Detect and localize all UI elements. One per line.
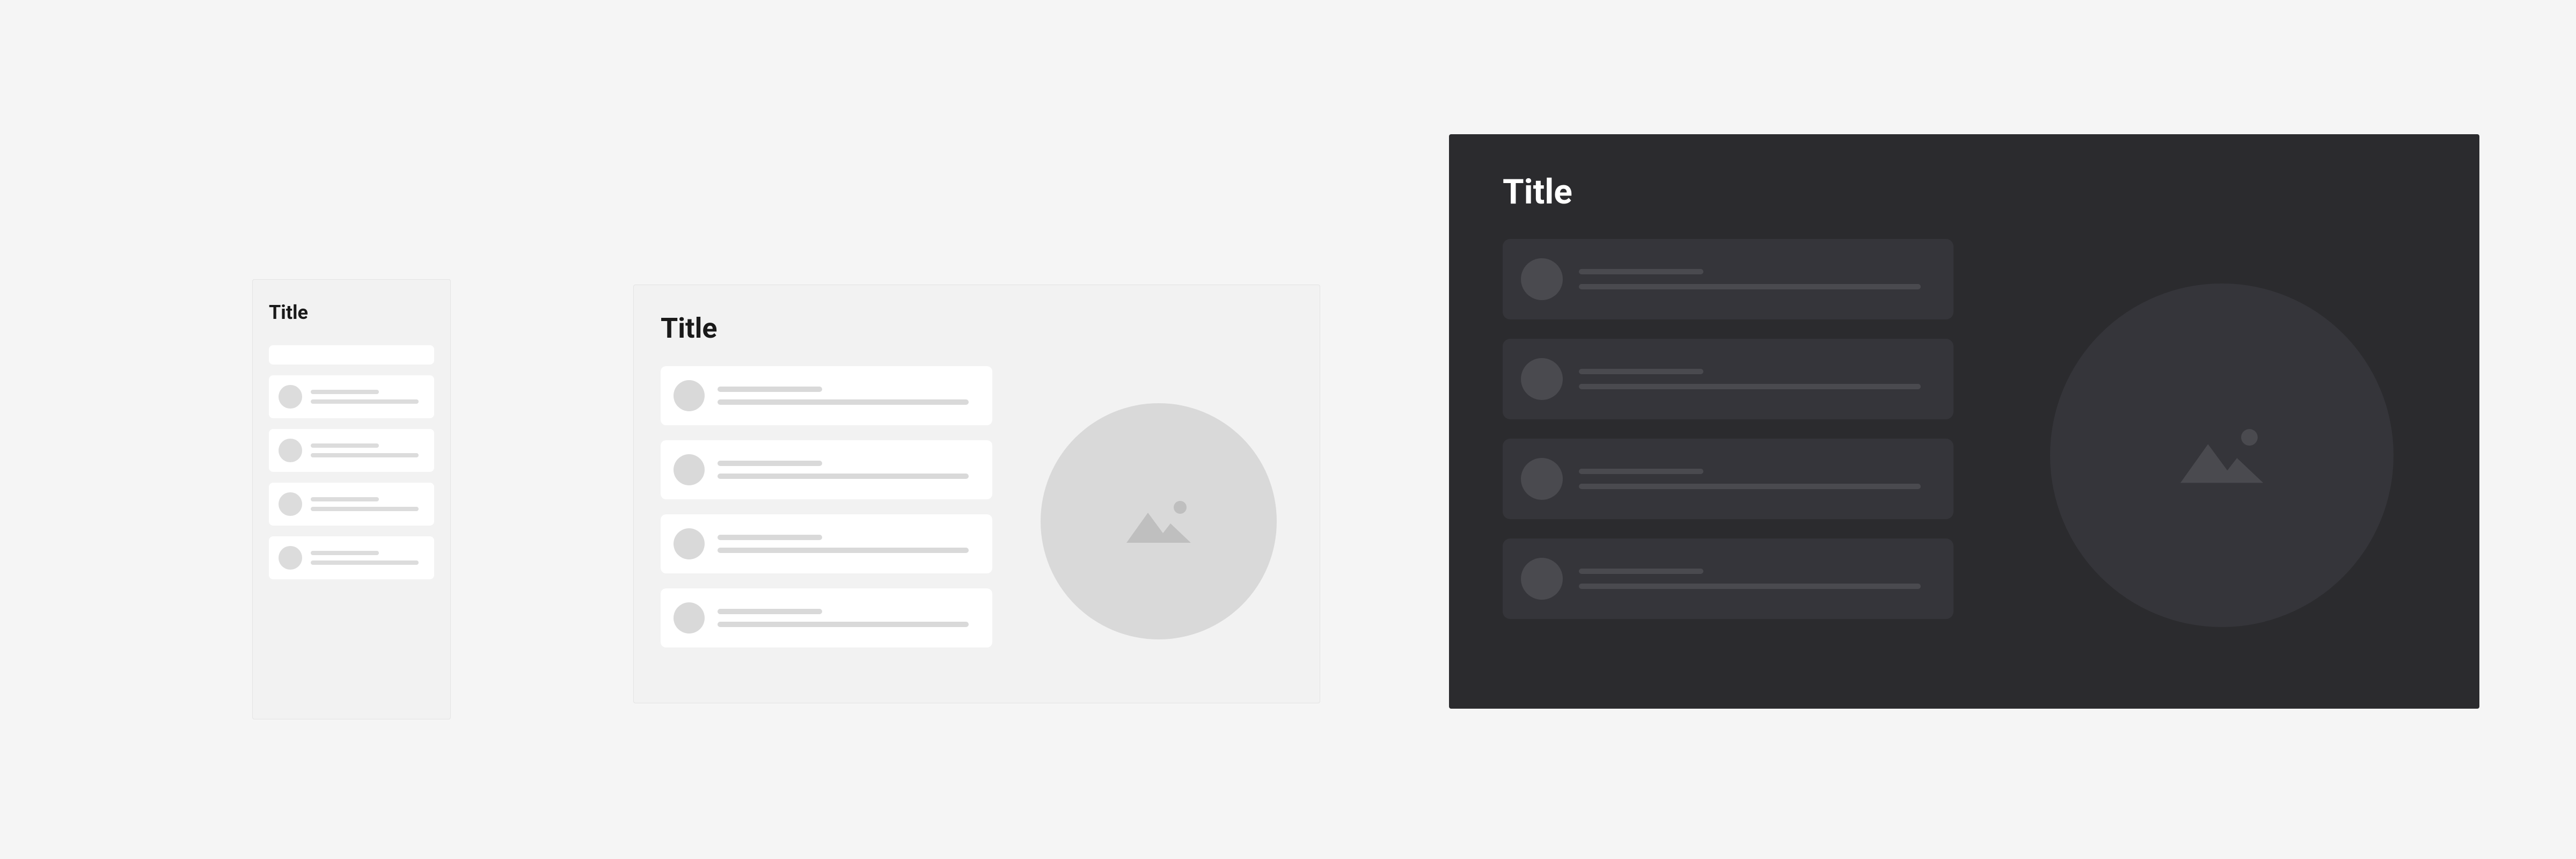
skeleton-line	[1579, 369, 1703, 374]
image-placeholder-circle	[2050, 283, 2394, 627]
card-small-title: Title	[269, 301, 434, 324]
avatar-placeholder	[279, 439, 302, 462]
avatar-placeholder	[279, 546, 302, 570]
text-lines	[718, 535, 979, 553]
list-item[interactable]	[661, 588, 992, 647]
skeleton-line	[311, 560, 419, 565]
avatar-placeholder	[279, 385, 302, 409]
image-icon	[2174, 420, 2270, 490]
avatar-placeholder	[674, 380, 705, 411]
skeleton-line	[718, 474, 969, 479]
text-lines	[1579, 369, 1935, 389]
skeleton-line	[718, 622, 969, 627]
skeleton-line	[1579, 584, 1921, 589]
avatar-placeholder	[674, 602, 705, 634]
skeleton-line	[311, 507, 419, 511]
text-lines	[718, 387, 979, 405]
skeleton-line	[311, 399, 419, 404]
text-lines	[718, 609, 979, 627]
list-item[interactable]	[1503, 439, 1953, 519]
skeleton-line	[718, 548, 969, 553]
list-item[interactable]	[269, 375, 434, 418]
avatar-placeholder	[1521, 258, 1563, 300]
avatar-placeholder	[1521, 358, 1563, 400]
card-small: Title	[252, 279, 451, 719]
avatar-placeholder	[674, 454, 705, 485]
image-placeholder-circle	[1041, 403, 1277, 639]
card-medium-title: Title	[661, 312, 1293, 345]
list-item[interactable]	[1503, 538, 1953, 619]
card-medium-body	[661, 366, 1293, 676]
list-item[interactable]	[1503, 339, 1953, 419]
skeleton-line	[311, 551, 379, 555]
list-item[interactable]	[661, 366, 992, 425]
list-item[interactable]	[269, 536, 434, 579]
skeleton-line	[311, 390, 379, 394]
skeleton-line	[311, 443, 379, 448]
avatar-placeholder	[279, 492, 302, 516]
card-small-list	[269, 345, 434, 579]
skeleton-line	[1579, 569, 1703, 574]
card-large-title: Title	[1503, 172, 2436, 212]
card-large-body	[1503, 239, 2436, 671]
card-large-list	[1503, 239, 1953, 671]
skeleton-line	[1579, 284, 1921, 289]
list-item[interactable]	[269, 483, 434, 526]
skeleton-line	[718, 399, 969, 405]
list-item[interactable]	[661, 514, 992, 573]
text-lines	[311, 390, 425, 404]
image-placeholder-container	[1024, 366, 1293, 676]
image-icon	[1121, 494, 1196, 548]
text-lines	[1579, 469, 1935, 489]
skeleton-line	[718, 535, 822, 540]
skeleton-line	[311, 453, 419, 457]
text-lines	[311, 551, 425, 565]
list-item[interactable]	[661, 440, 992, 499]
skeleton-line	[718, 609, 822, 614]
text-lines	[1579, 269, 1935, 289]
avatar-placeholder	[1521, 458, 1563, 500]
text-lines	[1579, 569, 1935, 589]
skeleton-line	[1579, 269, 1703, 274]
skeleton-line	[311, 497, 379, 501]
avatar-placeholder	[1521, 558, 1563, 600]
list-item[interactable]	[269, 429, 434, 472]
text-lines	[311, 497, 425, 511]
avatar-placeholder	[674, 528, 705, 559]
skeleton-line	[1579, 469, 1703, 474]
skeleton-line	[1579, 484, 1921, 489]
card-medium-list	[661, 366, 992, 676]
skeleton-line	[718, 387, 822, 392]
list-item[interactable]	[1503, 239, 1953, 319]
skeleton-line	[1579, 384, 1921, 389]
card-large: Title	[1449, 134, 2479, 709]
text-lines	[718, 461, 979, 479]
text-lines	[311, 443, 425, 457]
image-placeholder-container	[2007, 239, 2436, 671]
list-header-row	[269, 345, 434, 365]
card-medium: Title	[633, 285, 1320, 703]
skeleton-line	[718, 461, 822, 466]
